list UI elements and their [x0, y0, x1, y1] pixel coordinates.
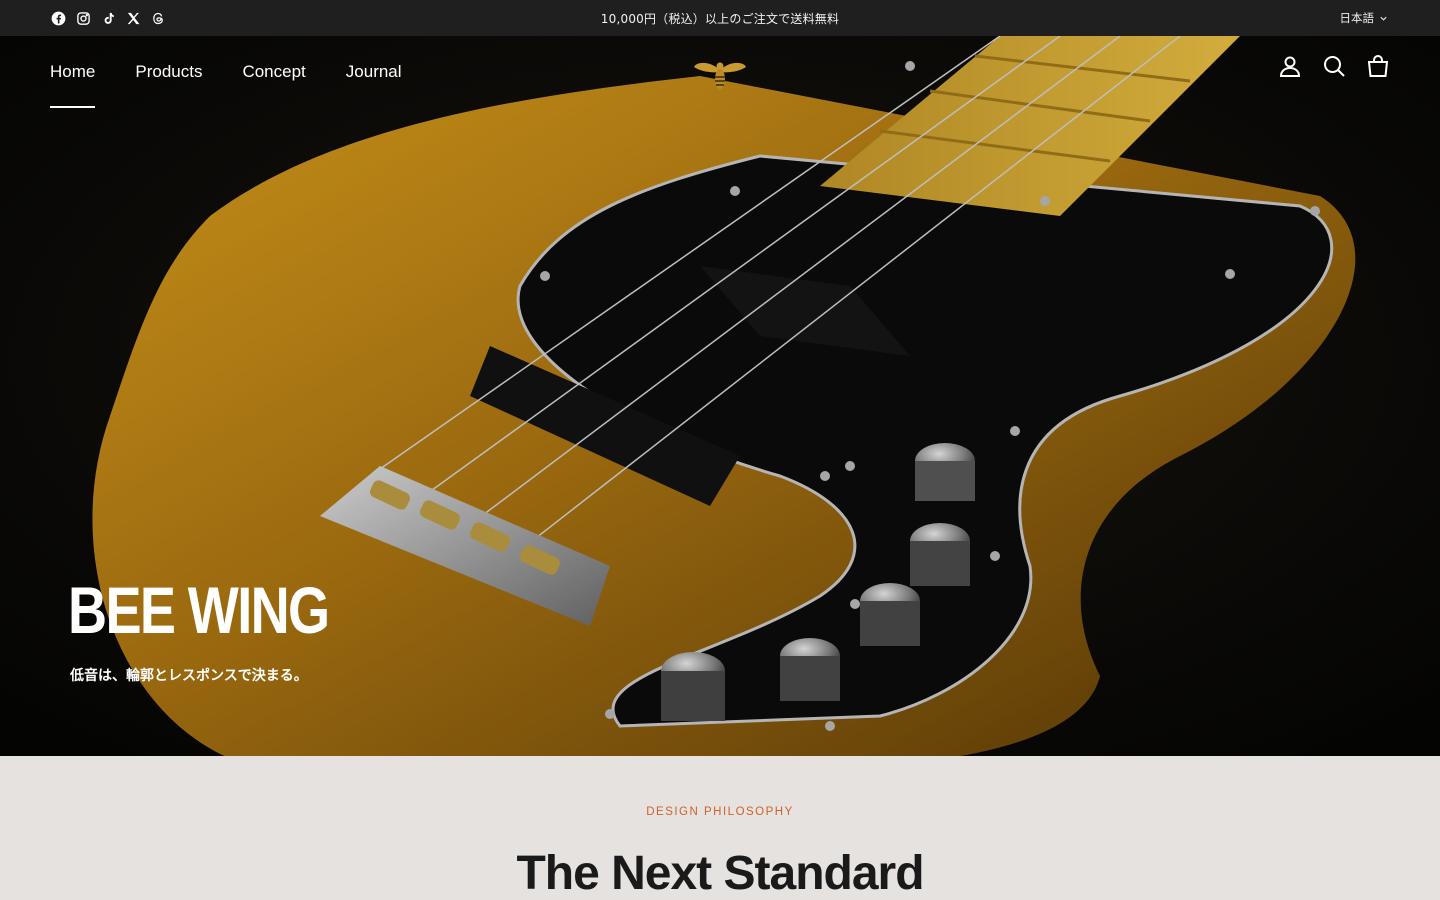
search-icon[interactable]: [1322, 54, 1346, 78]
bee-logo[interactable]: [694, 52, 746, 92]
instagram-icon[interactable]: [75, 10, 91, 26]
nav-home[interactable]: Home: [50, 36, 96, 108]
nav-products[interactable]: Products: [135, 36, 202, 108]
hero-image-bass-guitar: [0, 36, 1440, 756]
x-icon[interactable]: [125, 10, 141, 26]
threads-icon[interactable]: [150, 10, 166, 26]
chevron-down-icon: [1380, 16, 1387, 21]
section-heading: The Next Standard: [516, 847, 924, 900]
main-nav: Home Products Concept Journal: [50, 36, 402, 108]
announcement-text: 10,000円（税込）以上のご注文で送料無料: [600, 11, 840, 26]
nav-journal[interactable]: Journal: [346, 36, 402, 108]
announcement-bar: 10,000円（税込）以上のご注文で送料無料 日本語: [0, 0, 1440, 36]
nav-concept[interactable]: Concept: [242, 36, 305, 108]
tiktok-icon[interactable]: [100, 10, 116, 26]
facebook-icon[interactable]: [50, 10, 66, 26]
language-label: 日本語: [1339, 11, 1375, 25]
language-selector[interactable]: 日本語: [1340, 0, 1389, 36]
hero-subtitle: 低音は、輪郭とレスポンスで決まる。: [70, 668, 308, 684]
cart-icon[interactable]: [1366, 54, 1390, 78]
hero-title: BEE WING: [68, 573, 330, 647]
design-philosophy-section: DESIGN PHILOSOPHY The Next Standard: [0, 756, 1440, 900]
hero-banner: [0, 36, 1440, 756]
account-icon[interactable]: [1278, 54, 1302, 78]
section-eyebrow: DESIGN PHILOSOPHY: [646, 806, 794, 818]
header-actions: [1278, 54, 1390, 78]
social-links: [50, 0, 166, 36]
